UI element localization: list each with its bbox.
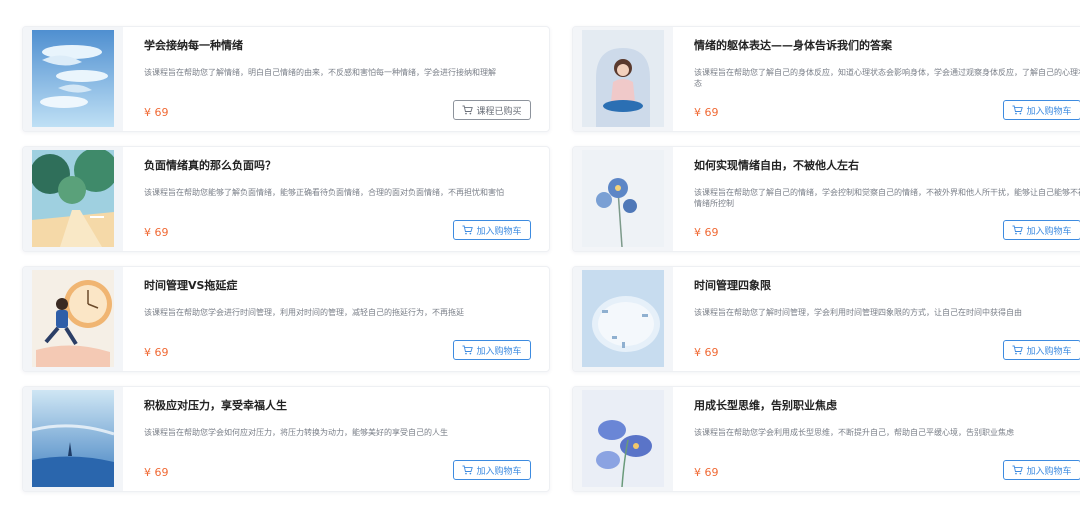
course-description: 该课程旨在帮助您了解自己的身体反应，知道心理状态会影响身体，学会通过观察身体反应… bbox=[694, 68, 1080, 88]
add-to-cart-button[interactable]: 加入购物车 bbox=[1003, 100, 1080, 120]
cart-icon bbox=[462, 465, 474, 475]
whales-sky-image bbox=[23, 27, 123, 131]
course-title: 用成长型思维，告别职业焦虑 bbox=[694, 399, 837, 412]
course-price: ¥ 69 bbox=[694, 466, 719, 479]
course-price: ¥ 69 bbox=[694, 346, 719, 359]
course-card[interactable]: 时间管理VS拖延症 该课程旨在帮助您学会进行时间管理，利用对时间的管理，减轻自己… bbox=[22, 266, 550, 372]
forest-path-image bbox=[23, 147, 123, 251]
course-price: ¥ 69 bbox=[694, 106, 719, 119]
course-title: 时间管理四象限 bbox=[694, 279, 771, 292]
course-description: 该课程旨在帮助您学会利用成长型思维，不断提升自己，帮助自己平缓心境，告别职业焦虑 bbox=[694, 428, 1014, 437]
cart-icon bbox=[462, 105, 474, 115]
course-title: 积极应对压力，享受幸福人生 bbox=[144, 399, 287, 412]
clock-face-image bbox=[573, 267, 673, 371]
course-title: 负面情绪真的那么负面吗？ bbox=[144, 159, 276, 172]
cart-icon bbox=[462, 225, 474, 235]
button-label: 加入购物车 bbox=[476, 226, 522, 237]
add-to-cart-button[interactable]: 加入购物车 bbox=[453, 460, 531, 480]
add-to-cart-button[interactable]: 加入购物车 bbox=[1003, 340, 1080, 360]
blue-iris-image bbox=[573, 387, 673, 491]
button-label: 加入购物车 bbox=[1026, 466, 1072, 477]
course-price: ¥ 69 bbox=[144, 346, 169, 359]
button-label: 加入购物车 bbox=[1026, 226, 1072, 237]
cart-icon bbox=[462, 345, 474, 355]
course-card[interactable]: 积极应对压力，享受幸福人生 该课程旨在帮助您学会如何应对压力，将压力转换为动力，… bbox=[22, 386, 550, 492]
ocean-sailboat-image bbox=[23, 387, 123, 491]
add-to-cart-button[interactable]: 加入购物车 bbox=[453, 340, 531, 360]
purchased-button[interactable]: 课程已购买 bbox=[453, 100, 531, 120]
blue-flowers-image bbox=[573, 147, 673, 251]
button-label: 加入购物车 bbox=[476, 466, 522, 477]
button-label: 加入购物车 bbox=[1026, 106, 1072, 117]
course-description: 该课程旨在帮助您了解时间管理，学会利用时间管理四象限的方式，让自己在时间中获得自… bbox=[694, 308, 1022, 317]
course-card[interactable]: 负面情绪真的那么负面吗？ 该课程旨在帮助您能够了解负面情绪，能够正确看待负面情绪… bbox=[22, 146, 550, 252]
button-label: 加入购物车 bbox=[476, 346, 522, 357]
course-card[interactable]: 时间管理四象限 该课程旨在帮助您了解时间管理，学会利用时间管理四象限的方式，让自… bbox=[572, 266, 1080, 372]
course-description: 该课程旨在帮助您学会如何应对压力，将压力转换为动力，能够美好的享受自己的人生 bbox=[144, 428, 448, 437]
button-label: 加入购物车 bbox=[1026, 346, 1072, 357]
course-description: 该课程旨在帮助您了解情绪，明白自己情绪的由来，不反感和害怕每一种情绪，学会进行接… bbox=[144, 68, 496, 77]
add-to-cart-button[interactable]: 加入购物车 bbox=[1003, 460, 1080, 480]
course-card[interactable]: 如何实现情绪自由，不被他人左右 该课程旨在帮助您了解自己的情绪，学会控制和觉察自… bbox=[572, 146, 1080, 252]
course-title: 如何实现情绪自由，不被他人左右 bbox=[694, 159, 859, 172]
course-price: ¥ 69 bbox=[144, 106, 169, 119]
course-title: 情绪的躯体表达——身体告诉我们的答案 bbox=[694, 39, 892, 52]
man-running-clock-image bbox=[23, 267, 123, 371]
course-card[interactable]: 学会接纳每一种情绪 该课程旨在帮助您了解情绪，明白自己情绪的由来，不反感和害怕每… bbox=[22, 26, 550, 132]
course-card[interactable]: 情绪的躯体表达——身体告诉我们的答案 该课程旨在帮助您了解自己的身体反应，知道心… bbox=[572, 26, 1080, 132]
meditating-woman-image bbox=[573, 27, 673, 131]
cart-icon bbox=[1012, 225, 1024, 235]
cart-icon bbox=[1012, 105, 1024, 115]
add-to-cart-button[interactable]: 加入购物车 bbox=[453, 220, 531, 240]
course-title: 时间管理VS拖延症 bbox=[144, 279, 238, 292]
add-to-cart-button[interactable]: 加入购物车 bbox=[1003, 220, 1080, 240]
course-description: 该课程旨在帮助您学会进行时间管理，利用对时间的管理，减轻自己的拖延行为，不再拖延 bbox=[144, 308, 464, 317]
course-title: 学会接纳每一种情绪 bbox=[144, 39, 243, 52]
course-price: ¥ 69 bbox=[144, 466, 169, 479]
course-description: 该课程旨在帮助您能够了解负面情绪，能够正确看待负面情绪，合理的面对负面情绪，不再… bbox=[144, 188, 504, 197]
course-card[interactable]: 用成长型思维，告别职业焦虑 该课程旨在帮助您学会利用成长型思维，不断提升自己，帮… bbox=[572, 386, 1080, 492]
course-price: ¥ 69 bbox=[694, 226, 719, 239]
course-list: 学会接纳每一种情绪 该课程旨在帮助您了解情绪，明白自己情绪的由来，不反感和害怕每… bbox=[0, 0, 1080, 526]
cart-icon bbox=[1012, 465, 1024, 475]
course-price: ¥ 69 bbox=[144, 226, 169, 239]
cart-icon bbox=[1012, 345, 1024, 355]
course-description: 该课程旨在帮助您了解自己的情绪，学会控制和觉察自己的情绪，不被外界和他人所干扰，… bbox=[694, 188, 1080, 208]
button-label: 课程已购买 bbox=[476, 106, 522, 117]
